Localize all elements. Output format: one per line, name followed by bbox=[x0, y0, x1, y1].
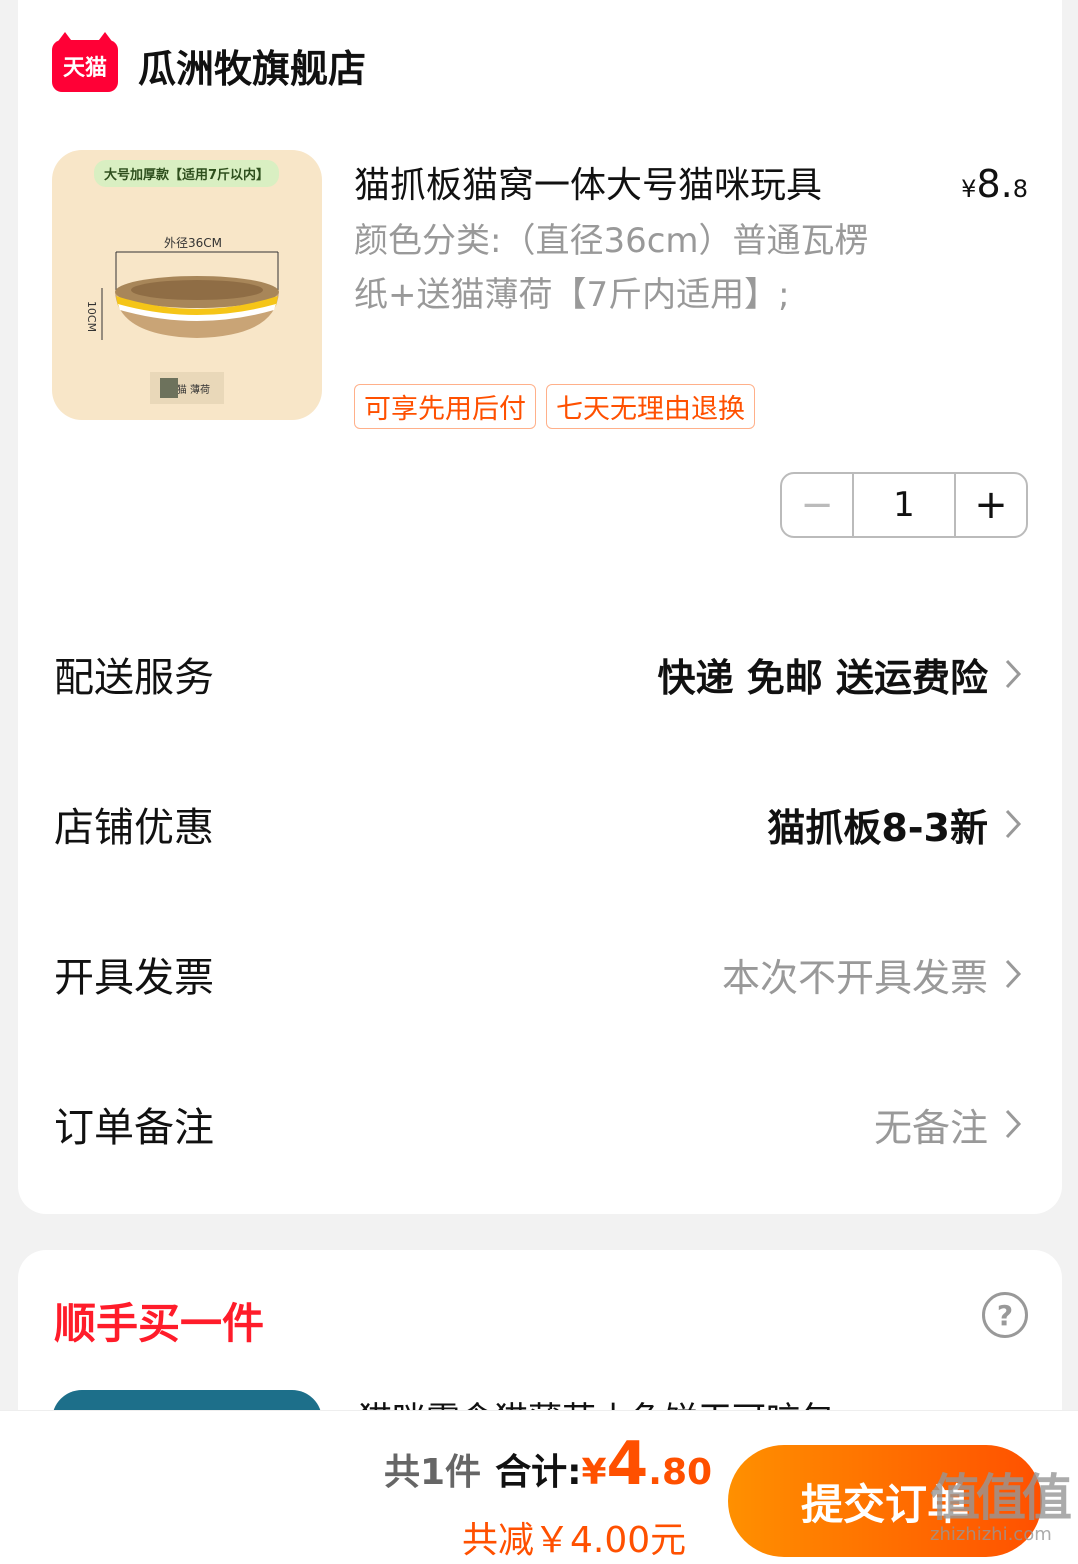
service-badges: 可享先用后付 七天无理由退换 bbox=[354, 384, 755, 429]
product-price: ¥8.8 bbox=[961, 162, 1028, 206]
row-invoice[interactable]: 开具发票 本次不开具发票 bbox=[54, 944, 1028, 1004]
shop-name[interactable]: 瓜洲牧旗舰店 bbox=[138, 38, 366, 93]
order-card: 天猫 瓜洲牧旗舰店 大号加厚款【适用7斤以内】 外径36CM 10CM 猫 薄荷… bbox=[18, 0, 1062, 1214]
price-minor: 8 bbox=[1012, 175, 1028, 203]
quantity-stepper: − 1 + bbox=[780, 472, 1028, 538]
tmall-logo-text: 天猫 bbox=[62, 55, 107, 81]
product-spec[interactable]: 颜色分类:（直径36cm）普通瓦楞纸+送猫薄荷【7斤内适用】; bbox=[354, 214, 884, 322]
chevron-right-icon bbox=[998, 804, 1028, 844]
row-delivery[interactable]: 配送服务 快递 免邮 送运费险 bbox=[54, 644, 1028, 704]
row-invoice-label: 开具发票 bbox=[54, 955, 214, 1001]
chevron-right-icon bbox=[998, 654, 1028, 694]
row-order-note[interactable]: 订单备注 无备注 bbox=[54, 1094, 1028, 1154]
decrease-quantity-button[interactable]: − bbox=[782, 474, 854, 536]
row-shop-discount-value: 猫抓板8-3新 bbox=[767, 805, 988, 850]
checkout-bar: 共1件 合计: ¥ 4 .80 共减￥4.00元 提交订单 bbox=[0, 1410, 1078, 1564]
total-integer: 4 bbox=[606, 1429, 649, 1499]
total-currency: ¥ bbox=[581, 1452, 607, 1493]
row-order-note-value: 无备注 bbox=[873, 1105, 988, 1150]
addon-title: 顺手买一件 bbox=[54, 1299, 265, 1348]
total-savings: 共减￥4.00元 bbox=[462, 1520, 687, 1561]
price-main: 8. bbox=[976, 162, 1013, 206]
total-line: 共1件 合计: ¥ 4 .80 bbox=[384, 1429, 712, 1499]
image-catnip-tag: 猫 薄荷 bbox=[150, 372, 224, 404]
item-count: 共1件 bbox=[384, 1452, 482, 1493]
row-invoice-value: 本次不开具发票 bbox=[721, 955, 988, 1000]
product-title[interactable]: 猫抓板猫窝一体大号猫咪玩具 bbox=[354, 156, 894, 208]
shop-header[interactable]: 天猫 瓜洲牧旗舰店 bbox=[52, 31, 366, 93]
row-delivery-value: 快递 免邮 送运费险 bbox=[657, 655, 988, 700]
product-image[interactable]: 大号加厚款【适用7斤以内】 外径36CM 10CM 猫 薄荷 bbox=[52, 150, 322, 420]
badge-pay-later: 可享先用后付 bbox=[354, 384, 536, 429]
submit-order-button[interactable]: 提交订单 bbox=[728, 1445, 1042, 1557]
total-label: 合计: bbox=[495, 1452, 582, 1493]
chevron-right-icon bbox=[998, 954, 1028, 994]
row-delivery-label: 配送服务 bbox=[54, 655, 214, 701]
row-shop-discount-label: 店铺优惠 bbox=[54, 805, 214, 851]
help-icon[interactable]: ? bbox=[982, 1292, 1028, 1338]
row-shop-discount[interactable]: 店铺优惠 猫抓板8-3新 bbox=[54, 794, 1028, 854]
row-order-note-label: 订单备注 bbox=[54, 1105, 214, 1151]
total-decimal: .80 bbox=[648, 1452, 713, 1493]
badge-free-return: 七天无理由退换 bbox=[546, 384, 755, 429]
tmall-logo: 天猫 bbox=[52, 31, 118, 92]
quantity-value[interactable]: 1 bbox=[854, 474, 954, 536]
chevron-right-icon bbox=[998, 1104, 1028, 1144]
increase-quantity-button[interactable]: + bbox=[954, 474, 1026, 536]
price-currency: ¥ bbox=[961, 175, 977, 203]
